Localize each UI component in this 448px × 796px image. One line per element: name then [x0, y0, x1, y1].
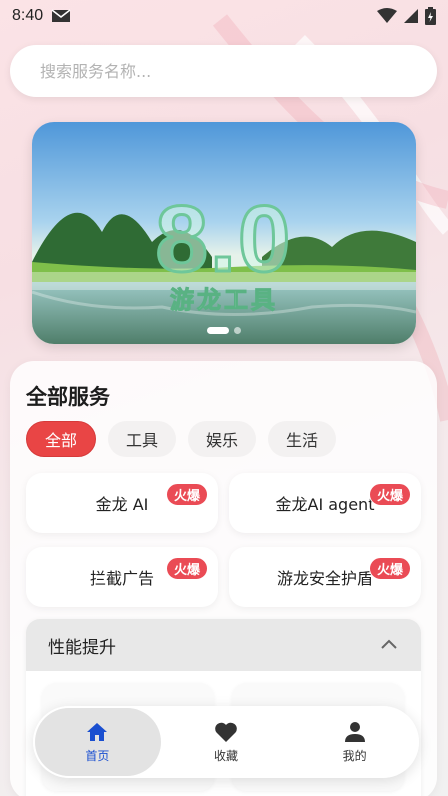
services-title: 全部服务 — [26, 385, 110, 409]
banner-subtitle: 游龙工具 — [170, 286, 278, 315]
hot-badge: 火爆 — [368, 557, 411, 580]
service-card-label: 金龙AI agent — [275, 495, 375, 514]
nav-favorites-label: 收藏 — [214, 748, 239, 763]
nav-profile[interactable]: 我的 — [290, 706, 419, 778]
home-icon — [87, 722, 108, 741]
search-bar[interactable] — [10, 45, 437, 97]
wifi-icon — [377, 8, 397, 23]
nav-home[interactable]: 首页 — [33, 706, 162, 778]
heart-icon — [215, 722, 237, 742]
mail-icon — [51, 9, 71, 22]
service-card-security-shield[interactable]: 游龙安全护盾 火爆 — [229, 547, 421, 607]
service-card-ad-block[interactable]: 拦截广告 火爆 — [26, 547, 218, 607]
service-card-label: 游龙安全护盾 — [276, 569, 373, 588]
nav-favorites[interactable]: 收藏 — [162, 706, 291, 778]
tab-all[interactable]: 全部 — [26, 421, 97, 457]
tab-tools[interactable]: 工具 — [108, 421, 177, 457]
battery-icon — [425, 7, 436, 25]
signal-icon — [404, 9, 418, 23]
status-bar: 8:40 — [0, 0, 448, 32]
service-card-jinlong-ai-agent[interactable]: 金龙AI agent 火爆 — [229, 473, 421, 533]
service-card-label: 拦截广告 — [89, 569, 154, 588]
hot-badge: 火爆 — [165, 483, 208, 506]
chevron-up-icon[interactable] — [379, 635, 399, 655]
person-icon — [344, 721, 365, 742]
status-time: 8:40 — [12, 7, 44, 24]
service-card-jinlong-ai[interactable]: 金龙 AI 火爆 — [26, 473, 218, 533]
banner-carousel[interactable]: 8.0 游龙工具 — [32, 122, 416, 344]
accordion-header[interactable]: 性能提升 — [26, 619, 421, 671]
hot-badge: 火爆 — [368, 483, 411, 506]
bottom-nav: 首页 收藏 我的 — [33, 706, 419, 778]
service-card-label: 金龙 AI — [95, 495, 149, 514]
search-input[interactable] — [40, 61, 400, 81]
tab-entertainment[interactable]: 娱乐 — [188, 421, 257, 457]
nav-home-label: 首页 — [85, 748, 110, 763]
category-tabs: 全部 工具 娱乐 生活 — [26, 421, 337, 457]
carousel-dot — [234, 327, 241, 334]
tab-life[interactable]: 生活 — [268, 421, 337, 457]
carousel-indicator — [32, 327, 416, 334]
accordion-title: 性能提升 — [48, 637, 116, 658]
carousel-dot-active — [207, 327, 229, 334]
banner-version-text: 8.0 — [154, 186, 293, 291]
hot-badge: 火爆 — [165, 557, 208, 580]
nav-profile-label: 我的 — [342, 748, 367, 763]
